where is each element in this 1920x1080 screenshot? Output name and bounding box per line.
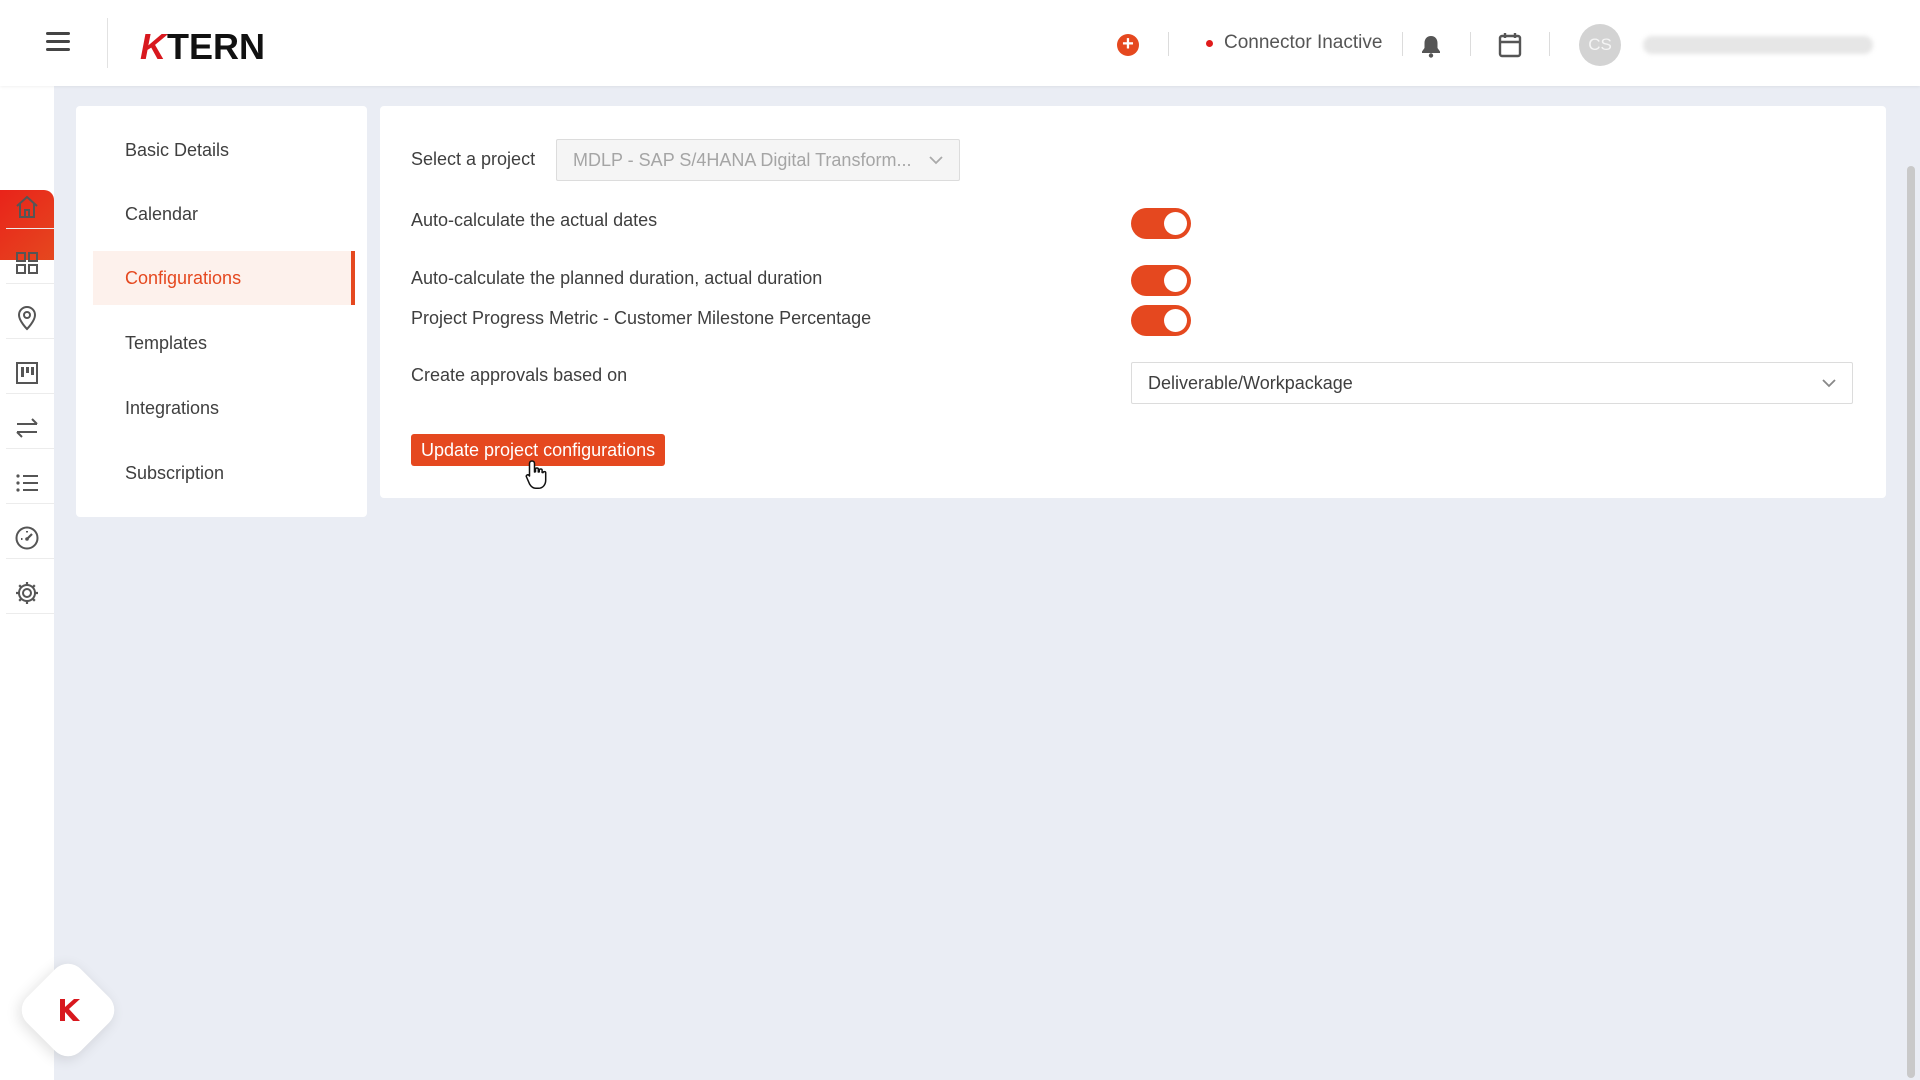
ktern-logo[interactable]: K TERN xyxy=(140,26,265,68)
ktern-k-icon[interactable] xyxy=(54,995,84,1025)
bell-icon[interactable] xyxy=(1420,34,1442,63)
plus-circle-icon[interactable]: + xyxy=(1117,34,1139,56)
nav-configurations[interactable]: Configurations xyxy=(93,251,355,305)
approvals-select[interactable]: Deliverable/Workpackage xyxy=(1131,362,1853,404)
status-dot xyxy=(1206,40,1213,47)
chevron-down-icon xyxy=(929,156,943,165)
header-separator xyxy=(1549,32,1550,56)
home-icon[interactable] xyxy=(14,194,40,220)
chevron-down-icon xyxy=(1822,379,1836,388)
toggle-progress-metric[interactable] xyxy=(1131,305,1191,336)
rail-divider xyxy=(6,283,54,284)
project-select[interactable]: MDLP - SAP S/4HANA Digital Transform... xyxy=(556,139,960,181)
left-nav-rail xyxy=(0,86,54,1080)
toggle-label-planned-duration: Auto-calculate the planned duration, act… xyxy=(411,268,823,288)
nav-templates[interactable]: Templates xyxy=(93,316,355,370)
rail-divider xyxy=(6,393,54,394)
gauge-icon[interactable] xyxy=(14,525,40,551)
dashboard-grid-icon[interactable] xyxy=(14,250,40,276)
rail-divider xyxy=(6,448,54,449)
nav-subscription[interactable]: Subscription xyxy=(93,446,355,500)
connector-status[interactable]: Connector Inactive xyxy=(1224,32,1382,54)
settings-nav: Basic Details Calendar Configurations Te… xyxy=(76,106,367,517)
top-header: K TERN + Connector Inactive CS xyxy=(0,0,1920,86)
toggle-actual-dates[interactable] xyxy=(1131,208,1191,239)
logo-text: TERN xyxy=(167,26,265,67)
nav-basic-details[interactable]: Basic Details xyxy=(93,123,355,177)
toggle-planned-duration[interactable] xyxy=(1131,265,1191,296)
configurations-panel: Select a project MDLP - SAP S/4HANA Digi… xyxy=(380,106,1886,498)
project-select-value: MDLP - SAP S/4HANA Digital Transform... xyxy=(573,150,912,170)
page-scrollbar[interactable] xyxy=(1907,166,1915,1078)
nav-integrations[interactable]: Integrations xyxy=(93,381,355,435)
header-separator xyxy=(1168,32,1169,56)
header-separator xyxy=(1402,32,1403,56)
hand-pointer-icon xyxy=(525,460,547,490)
list-icon[interactable] xyxy=(14,470,40,496)
avatar[interactable]: CS xyxy=(1579,24,1621,66)
rail-divider xyxy=(6,338,54,339)
transfer-arrows-icon[interactable] xyxy=(14,415,40,441)
rail-divider xyxy=(6,503,54,504)
location-pin-icon[interactable] xyxy=(14,305,40,331)
rail-divider xyxy=(6,558,54,559)
board-icon[interactable] xyxy=(14,360,40,386)
header-divider xyxy=(107,18,108,68)
calendar-icon[interactable] xyxy=(1498,32,1522,63)
username-redacted[interactable] xyxy=(1643,36,1873,54)
logo-k: K xyxy=(140,26,166,67)
toggle-label-progress-metric: Project Progress Metric - Customer Miles… xyxy=(411,308,872,328)
header-separator xyxy=(1470,32,1471,56)
rail-divider xyxy=(6,613,54,614)
approvals-label: Create approvals based on xyxy=(411,365,628,385)
approvals-select-value: Deliverable/Workpackage xyxy=(1148,373,1353,393)
settings-gear-icon[interactable] xyxy=(14,580,40,606)
hamburger-menu-icon[interactable] xyxy=(46,32,70,54)
nav-calendar[interactable]: Calendar xyxy=(93,187,355,241)
rail-divider xyxy=(6,228,54,229)
select-project-label: Select a project xyxy=(411,149,536,169)
toggle-label-actual-dates: Auto-calculate the actual dates xyxy=(411,210,658,230)
